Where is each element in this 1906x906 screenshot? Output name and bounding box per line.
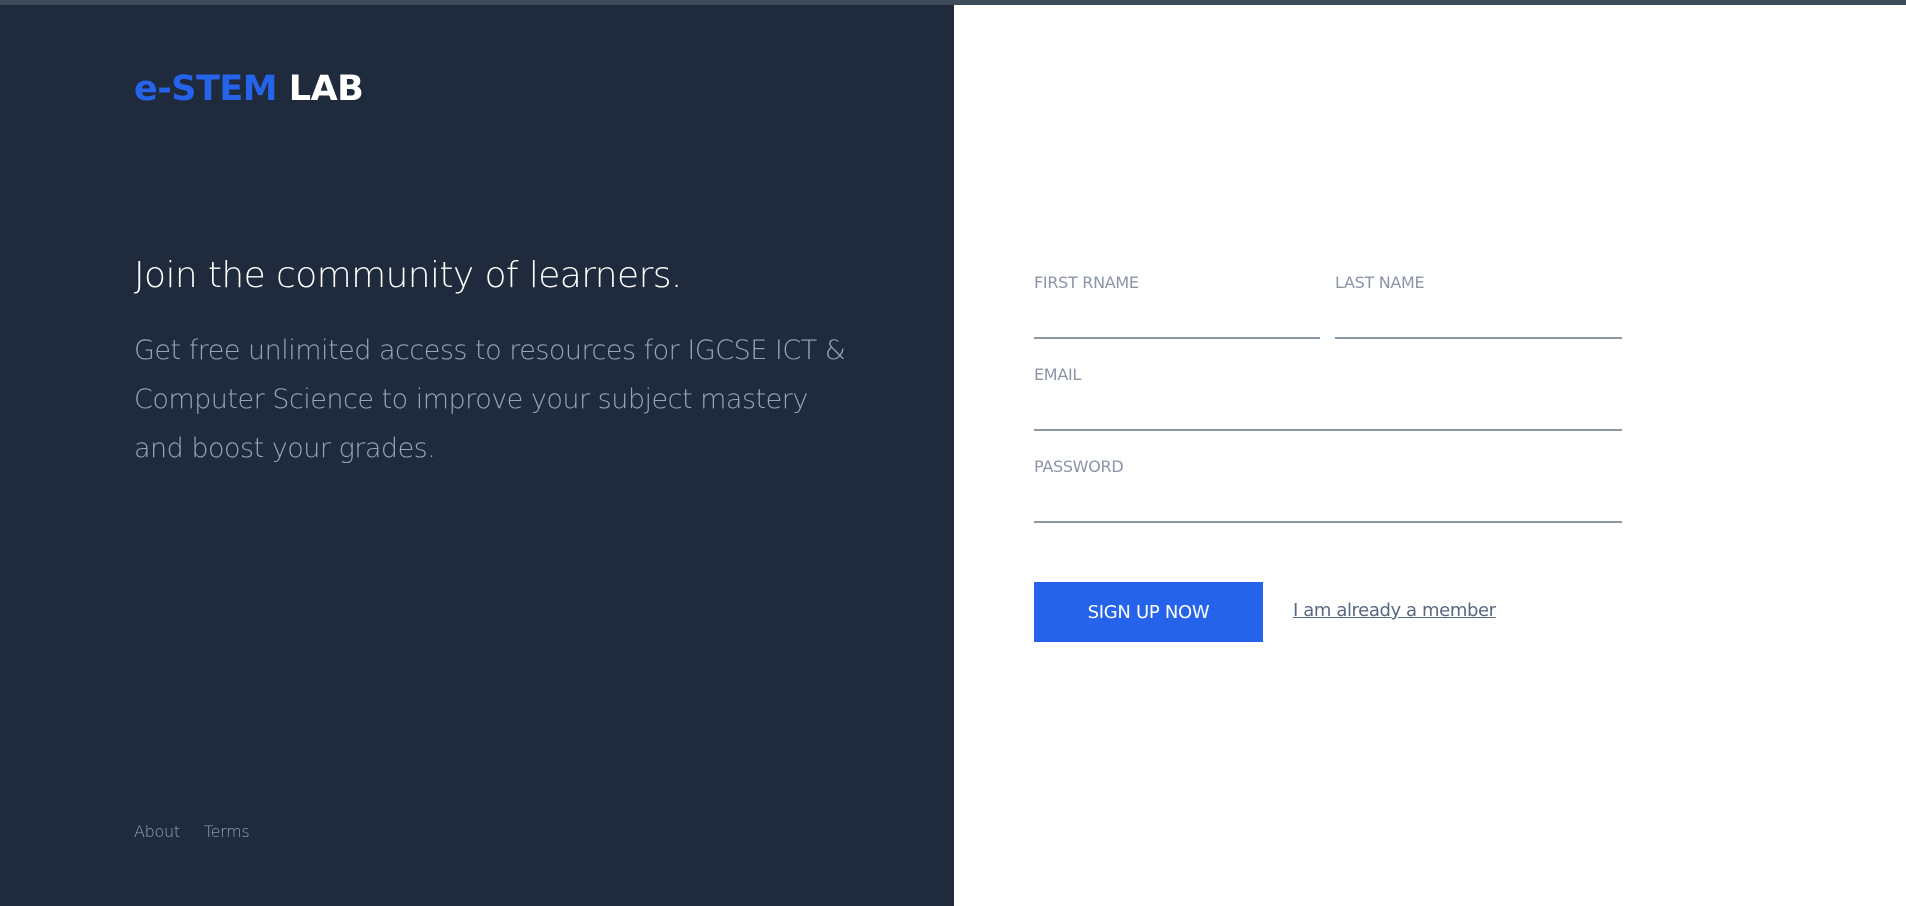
brand-logo: e-STEM LAB bbox=[134, 66, 364, 112]
hero-description: Get free unlimited access to resources f… bbox=[134, 335, 846, 464]
terms-link[interactable]: Terms bbox=[204, 822, 250, 841]
email-field-group: EMAIL bbox=[1034, 365, 1622, 431]
right-panel bbox=[954, 5, 1906, 906]
password-input[interactable] bbox=[1034, 481, 1622, 523]
password-label: PASSWORD bbox=[1034, 457, 1124, 476]
password-field-group: PASSWORD bbox=[1034, 457, 1622, 523]
brand-logo-rest: LAB bbox=[288, 69, 364, 109]
first-name-field-group: FIRST RNAME bbox=[1034, 273, 1320, 339]
hero-headline: Join the community of learners. bbox=[134, 255, 682, 296]
last-name-input[interactable] bbox=[1335, 297, 1622, 339]
email-input[interactable] bbox=[1034, 389, 1622, 431]
first-name-input[interactable] bbox=[1034, 297, 1320, 339]
email-label: EMAIL bbox=[1034, 365, 1081, 384]
about-link[interactable]: About bbox=[134, 822, 180, 841]
first-name-label: FIRST RNAME bbox=[1034, 273, 1139, 292]
already-member-link[interactable]: I am already a member bbox=[1293, 600, 1496, 621]
last-name-label: LAST NAME bbox=[1335, 273, 1425, 292]
footer-links: About Terms bbox=[134, 822, 250, 841]
last-name-field-group: LAST NAME bbox=[1335, 273, 1622, 339]
brand-logo-accent: e-STEM bbox=[134, 69, 278, 109]
sign-up-button[interactable]: SIGN UP NOW bbox=[1034, 582, 1263, 642]
